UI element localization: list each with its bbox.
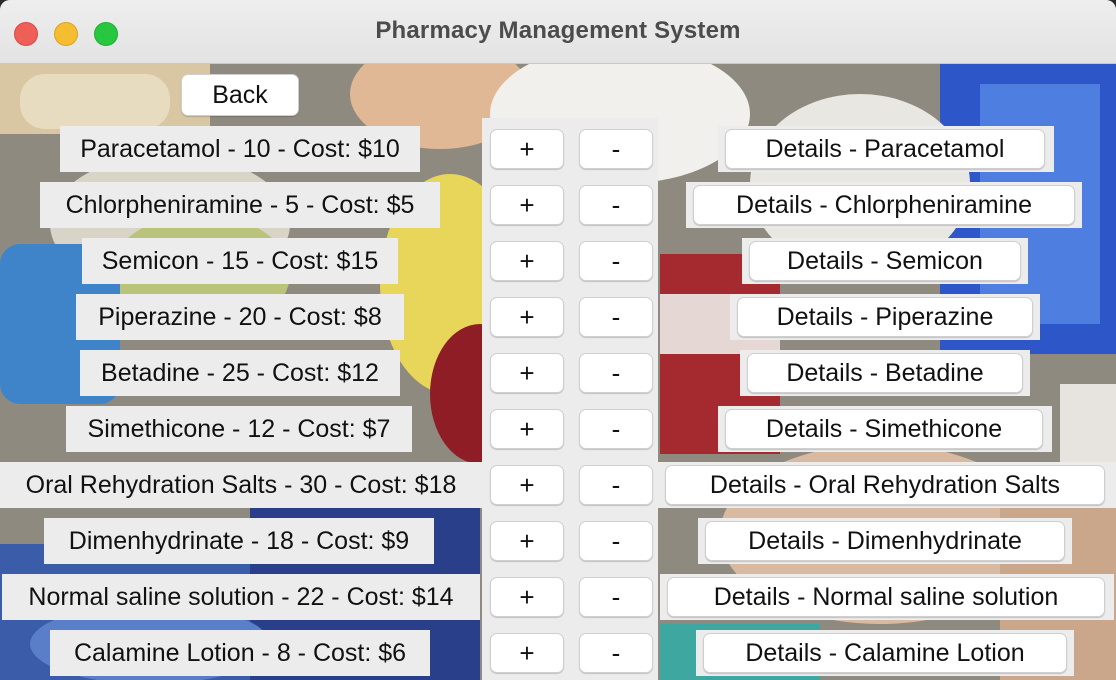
increase-simethicone-button[interactable]: + <box>490 409 564 449</box>
details-dimenhydrinate-button[interactable]: Details - Dimenhydrinate <box>705 521 1065 561</box>
increase-normal-saline-solution-button[interactable]: + <box>490 577 564 617</box>
details-oral-rehydration-salts-button[interactable]: Details - Oral Rehydration Salts <box>665 465 1105 505</box>
back-button[interactable]: Back <box>181 74 299 116</box>
medicine-label-semicon: Semicon - 15 - Cost: $15 <box>82 238 398 284</box>
increase-calamine-lotion-button[interactable]: + <box>490 633 564 673</box>
details-piperazine-button[interactable]: Details - Piperazine <box>737 297 1033 337</box>
medicine-label-simethicone: Simethicone - 12 - Cost: $7 <box>66 406 412 452</box>
increase-paracetamol-button[interactable]: + <box>490 129 564 169</box>
increase-betadine-button[interactable]: + <box>490 353 564 393</box>
details-simethicone-button[interactable]: Details - Simethicone <box>725 409 1043 449</box>
medicine-label-piperazine: Piperazine - 20 - Cost: $8 <box>76 294 404 340</box>
medicine-label-betadine: Betadine - 25 - Cost: $12 <box>80 350 400 396</box>
details-normal-saline-solution-button[interactable]: Details - Normal saline solution <box>667 577 1105 617</box>
details-semicon-button[interactable]: Details - Semicon <box>749 241 1021 281</box>
medicine-label-paracetamol: Paracetamol - 10 - Cost: $10 <box>60 126 420 172</box>
title-bar: Pharmacy Management System <box>0 0 1116 64</box>
decrease-calamine-lotion-button[interactable]: - <box>579 633 653 673</box>
app-window: Pharmacy Management System Back Paraceta… <box>0 0 1116 680</box>
details-paracetamol-button[interactable]: Details - Paracetamol <box>725 129 1045 169</box>
increase-oral-rehydration-salts-button[interactable]: + <box>490 465 564 505</box>
medicine-label-normal-saline-solution: Normal saline solution - 22 - Cost: $14 <box>2 574 480 620</box>
medicine-label-oral-rehydration-salts: Oral Rehydration Salts - 30 - Cost: $18 <box>0 462 482 508</box>
main-content: Back Paracetamol - 10 - Cost: $10 + - De… <box>0 64 1116 680</box>
increase-chlorpheniramine-button[interactable]: + <box>490 185 564 225</box>
decrease-betadine-button[interactable]: - <box>579 353 653 393</box>
decrease-dimenhydrinate-button[interactable]: - <box>579 521 653 561</box>
window-title: Pharmacy Management System <box>375 17 741 44</box>
details-betadine-button[interactable]: Details - Betadine <box>747 353 1023 393</box>
decrease-semicon-button[interactable]: - <box>579 241 653 281</box>
decrease-simethicone-button[interactable]: - <box>579 409 653 449</box>
decrease-chlorpheniramine-button[interactable]: - <box>579 185 653 225</box>
details-chlorpheniramine-button[interactable]: Details - Chlorpheniramine <box>693 185 1075 225</box>
increase-dimenhydrinate-button[interactable]: + <box>490 521 564 561</box>
increase-semicon-button[interactable]: + <box>490 241 564 281</box>
details-calamine-lotion-button[interactable]: Details - Calamine Lotion <box>703 633 1067 673</box>
decrease-oral-rehydration-salts-button[interactable]: - <box>579 465 653 505</box>
decrease-normal-saline-solution-button[interactable]: - <box>579 577 653 617</box>
increase-piperazine-button[interactable]: + <box>490 297 564 337</box>
decrease-paracetamol-button[interactable]: - <box>579 129 653 169</box>
medicine-label-dimenhydrinate: Dimenhydrinate - 18 - Cost: $9 <box>44 518 434 564</box>
decrease-piperazine-button[interactable]: - <box>579 297 653 337</box>
medicine-label-calamine-lotion: Calamine Lotion - 8 - Cost: $6 <box>50 630 430 676</box>
medicine-label-chlorpheniramine: Chlorpheniramine - 5 - Cost: $5 <box>40 182 440 228</box>
